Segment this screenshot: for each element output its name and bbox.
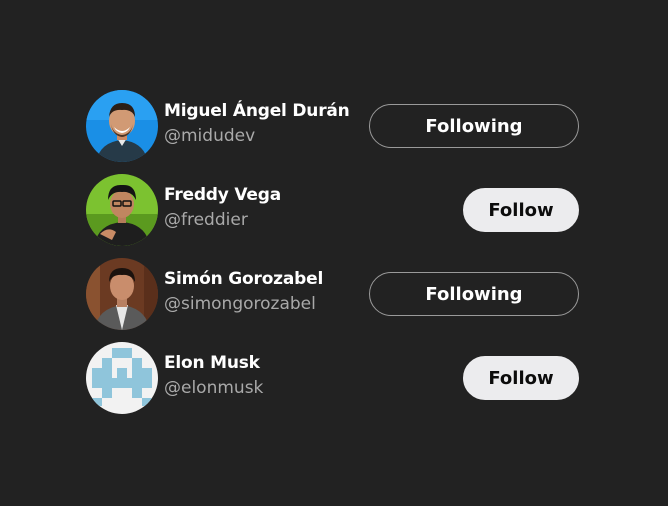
avatar[interactable] (86, 90, 158, 162)
user-info: Simón Gorozabel @simongorozabel (164, 271, 323, 313)
follow-button[interactable]: Follow (463, 356, 579, 400)
follow-button[interactable]: Follow (463, 188, 579, 232)
user-name[interactable]: Simón Gorozabel (164, 271, 323, 288)
following-button[interactable]: Following (369, 272, 579, 316)
following-button[interactable]: Following (369, 104, 579, 148)
user-handle[interactable]: @freddier (164, 212, 281, 229)
user-handle[interactable]: @midudev (164, 128, 350, 145)
user-info: Freddy Vega @freddier (164, 187, 281, 229)
user-card: Miguel Ángel Durán @midudev Following (86, 90, 580, 162)
user-handle[interactable]: @elonmusk (164, 380, 263, 397)
user-card: Elon Musk @elonmusk Follow (86, 342, 580, 414)
pixel-invader-icon[interactable] (86, 342, 158, 414)
user-info: Elon Musk @elonmusk (164, 355, 263, 397)
user-card: Freddy Vega @freddier Follow (86, 174, 580, 246)
avatar[interactable] (86, 258, 158, 330)
user-name[interactable]: Freddy Vega (164, 187, 281, 204)
user-name[interactable]: Miguel Ángel Durán (164, 103, 350, 120)
user-card: Simón Gorozabel @simongorozabel Followin… (86, 258, 580, 330)
follow-suggestions-list: Miguel Ángel Durán @midudev Following Fr… (86, 90, 580, 426)
user-name[interactable]: Elon Musk (164, 355, 263, 372)
avatar[interactable] (86, 174, 158, 246)
user-info: Miguel Ángel Durán @midudev (164, 103, 350, 145)
user-handle[interactable]: @simongorozabel (164, 296, 323, 313)
